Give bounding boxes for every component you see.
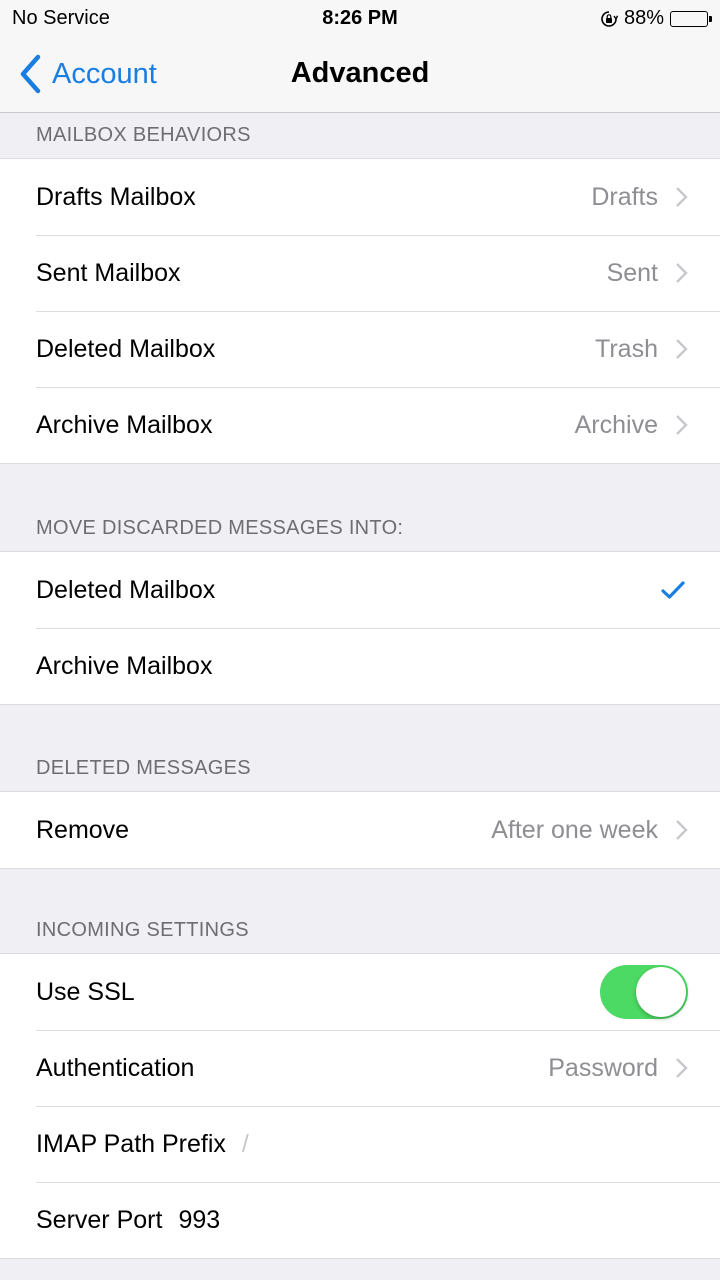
deleted-messages-group: Remove After one week: [0, 791, 720, 869]
orientation-lock-icon: [601, 10, 618, 27]
row-label: Remove: [36, 815, 130, 844]
checkmark-icon: [661, 581, 685, 599]
chevron-right-icon: [676, 1058, 688, 1078]
remove-row[interactable]: Remove After one week: [0, 792, 720, 868]
navigation-bar: Account Advanced: [0, 38, 720, 113]
row-value: Archive: [574, 410, 658, 439]
discard-to-deleted-mailbox-option[interactable]: Deleted Mailbox: [0, 552, 720, 628]
use-ssl-row: Use SSL: [0, 954, 720, 1030]
row-label: Archive Mailbox: [36, 410, 213, 439]
battery-icon: [670, 10, 712, 27]
chevron-right-icon: [676, 187, 688, 207]
server-port-input[interactable]: 993: [178, 1206, 220, 1235]
row-label: Authentication: [36, 1053, 195, 1082]
row-value: Drafts: [591, 182, 658, 211]
chevron-right-icon: [676, 339, 688, 359]
mailbox-behaviors-group: Drafts Mailbox Drafts Sent Mailbox Sent …: [0, 158, 720, 464]
status-bar: No Service 8:26 PM 88%: [0, 0, 720, 38]
sent-mailbox-row[interactable]: Sent Mailbox Sent: [0, 235, 720, 311]
toggle-knob: [636, 967, 686, 1017]
section-header-incoming-settings: INCOMING SETTINGS: [36, 919, 249, 941]
server-port-row[interactable]: Server Port 993: [0, 1182, 720, 1258]
section-header-deleted-messages: DELETED MESSAGES: [36, 757, 251, 779]
section-header-move-discarded: MOVE DISCARDED MESSAGES INTO:: [36, 517, 404, 539]
status-right: 88%: [600, 7, 712, 30]
row-label: Deleted Mailbox: [36, 575, 216, 604]
row-value: After one week: [491, 815, 658, 844]
use-ssl-toggle[interactable]: [600, 965, 688, 1019]
row-label: Deleted Mailbox: [36, 334, 216, 363]
row-value: Password: [548, 1053, 658, 1082]
chevron-right-icon: [676, 415, 688, 435]
row-label: IMAP Path Prefix: [36, 1129, 226, 1158]
discard-to-archive-mailbox-option[interactable]: Archive Mailbox: [0, 628, 720, 704]
chevron-right-icon: [676, 820, 688, 840]
row-value: Sent: [606, 258, 658, 287]
authentication-row[interactable]: Authentication Password: [0, 1030, 720, 1106]
row-label: Use SSL: [36, 977, 135, 1006]
chevron-right-icon: [676, 263, 688, 283]
row-value: Trash: [595, 334, 658, 363]
section-header-mailbox-behaviors: MAILBOX BEHAVIORS: [36, 124, 251, 146]
row-label: Archive Mailbox: [36, 651, 213, 680]
incoming-settings-group: Use SSL Authentication Password IMAP Pat…: [0, 953, 720, 1259]
drafts-mailbox-row[interactable]: Drafts Mailbox Drafts: [0, 159, 720, 235]
archive-mailbox-row[interactable]: Archive Mailbox Archive: [0, 387, 720, 463]
row-label: Drafts Mailbox: [36, 182, 196, 211]
page-title: Advanced: [290, 57, 430, 89]
imap-path-prefix-input[interactable]: /: [242, 1130, 249, 1159]
row-label: Server Port: [36, 1205, 163, 1234]
row-label: Sent Mailbox: [36, 258, 181, 287]
move-discarded-group: Deleted Mailbox Archive Mailbox: [0, 551, 720, 705]
battery-percent: 88%: [623, 7, 664, 29]
deleted-mailbox-row[interactable]: Deleted Mailbox Trash: [0, 311, 720, 387]
imap-path-prefix-row[interactable]: IMAP Path Prefix /: [0, 1106, 720, 1182]
